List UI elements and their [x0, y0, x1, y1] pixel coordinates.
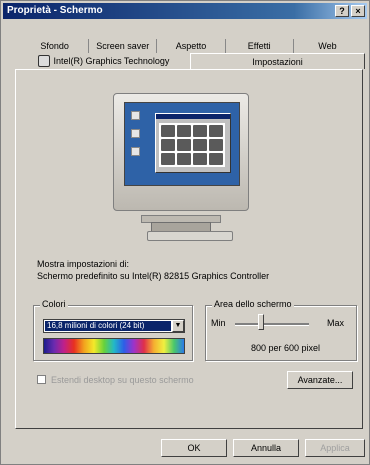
- colors-group-title: Colori: [40, 299, 68, 309]
- desktop-icon: [131, 129, 140, 138]
- advanced-button[interactable]: Avanzate...: [287, 371, 353, 389]
- tab-intel-label: Intel(R) Graphics Technology: [53, 56, 170, 66]
- help-button[interactable]: ?: [335, 5, 349, 17]
- chevron-down-icon[interactable]: ▼: [172, 320, 184, 332]
- monitor-preview: [113, 93, 249, 211]
- window-title: Proprietà - Schermo: [7, 5, 103, 16]
- tab-aspetto[interactable]: Aspetto: [156, 39, 224, 53]
- tab-intel-graphics[interactable]: Intel(R) Graphics Technology: [17, 53, 190, 69]
- properties-window: Proprietà - Schermo ? × Sfondo Screen sa…: [0, 0, 370, 465]
- colors-selected-value: 16,8 milioni di colori (24 bit): [45, 321, 171, 331]
- display-label: Mostra impostazioni di:: [37, 259, 130, 269]
- display-device: Schermo predefinito su Intel(R) 82815 Gr…: [37, 271, 270, 281]
- preview-window-titlebar: [156, 114, 230, 119]
- tab-impostazioni[interactable]: Impostazioni: [190, 53, 365, 69]
- extend-desktop-label: Estendi desktop su questo schermo: [51, 375, 194, 385]
- intel-graphics-icon: [37, 55, 50, 67]
- ok-button[interactable]: OK: [161, 439, 227, 457]
- desktop-preview: [124, 102, 240, 186]
- tab-web[interactable]: Web: [292, 39, 361, 53]
- preview-window-icons: [159, 123, 225, 167]
- apply-button[interactable]: Applica: [305, 439, 365, 457]
- slider-min-label: Min: [211, 318, 226, 328]
- tab-effetti[interactable]: Effetti: [224, 39, 293, 53]
- tabs-row-2: Intel(R) Graphics Technology Impostazion…: [17, 53, 365, 69]
- resolution-slider-track[interactable]: [235, 323, 309, 326]
- color-spectrum: [43, 338, 185, 354]
- title-bar: Proprietà - Schermo ? ×: [3, 3, 367, 19]
- resolution-slider-thumb[interactable]: [257, 314, 264, 330]
- tab-screen-saver[interactable]: Screen saver: [88, 39, 156, 53]
- desktop-icon: [131, 147, 140, 156]
- title-buttons: ? ×: [335, 5, 365, 17]
- close-button[interactable]: ×: [351, 5, 365, 17]
- desktop-icon: [131, 111, 140, 120]
- resolution-value: 800 per 600 pixel: [251, 343, 321, 353]
- extend-desktop-checkbox[interactable]: [37, 375, 46, 384]
- tab-sfondo[interactable]: Sfondo: [21, 39, 88, 53]
- screen-area-group-title: Area dello schermo: [212, 299, 294, 309]
- colors-dropdown[interactable]: 16,8 milioni di colori (24 bit) ▼: [43, 319, 185, 333]
- preview-window: [155, 113, 231, 173]
- cancel-button[interactable]: Annulla: [233, 439, 299, 457]
- tabs-row-1: Sfondo Screen saver Aspetto Effetti Web: [21, 39, 361, 53]
- monitor-stand: [147, 231, 233, 241]
- slider-max-label: Max: [327, 318, 345, 328]
